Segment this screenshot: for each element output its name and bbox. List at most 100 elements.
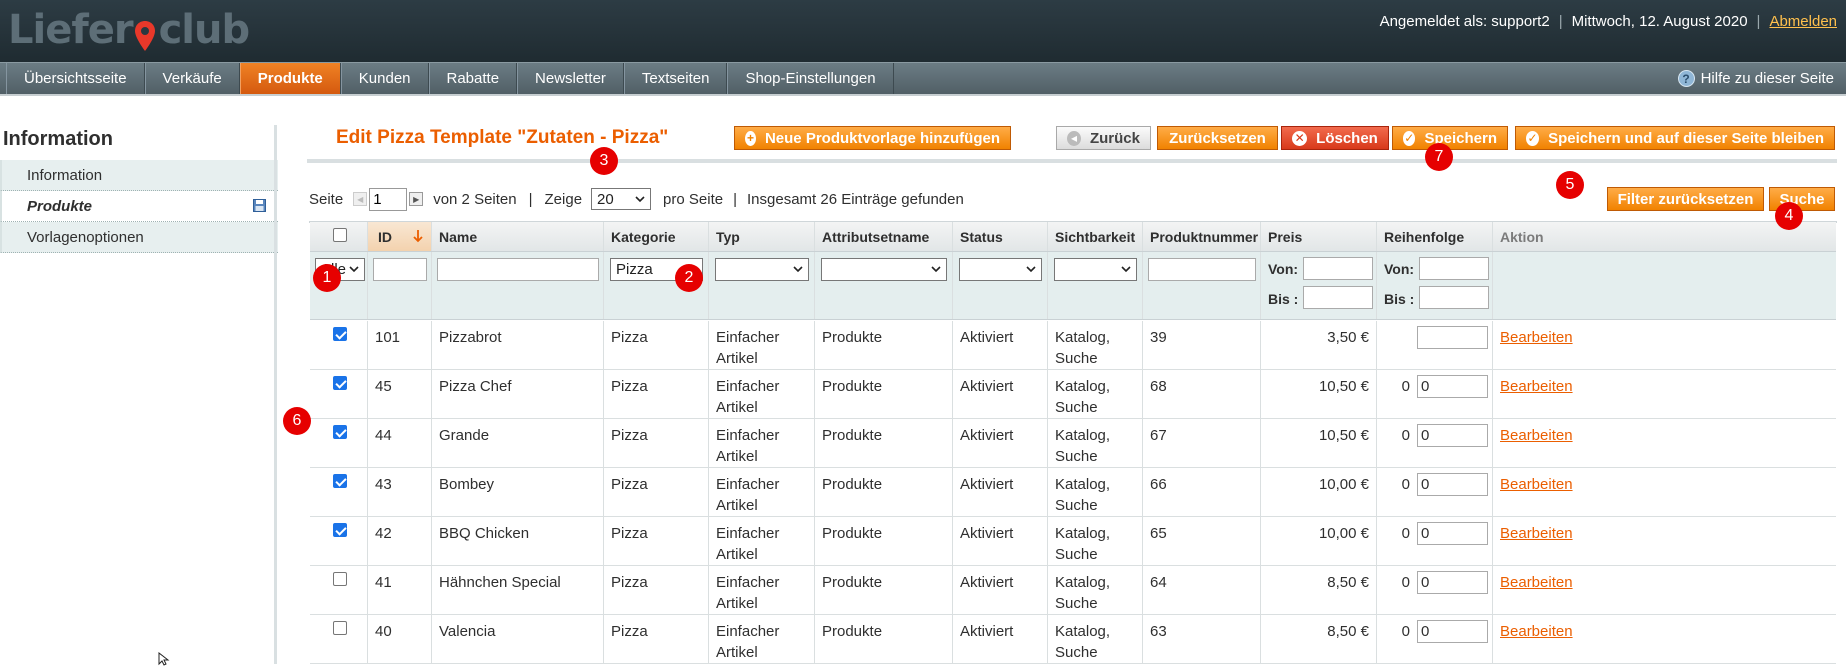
save-button[interactable]: ✓ Speichern xyxy=(1392,126,1508,150)
reset-button[interactable]: Zurücksetzen xyxy=(1157,126,1278,150)
table-row[interactable]: 44 Grande Pizza Einfacher Artikel Produkte Ak… xyxy=(310,419,1836,468)
next-page-icon[interactable]: ▶ xyxy=(409,192,424,206)
attribute-set-value: Produkte xyxy=(822,623,883,640)
order-input[interactable]: 0 xyxy=(1417,571,1488,594)
row-checkbox[interactable] xyxy=(333,376,347,390)
column-header-attribute-set[interactable]: Attributsetname xyxy=(815,222,953,251)
cell-select xyxy=(310,615,368,663)
cell-name: Pizzabrot xyxy=(432,321,604,369)
sidebar-item[interactable]: Produkte xyxy=(0,191,278,222)
column-header-visibility[interactable]: Sichtbarkeit xyxy=(1048,222,1143,251)
reset-filter-button[interactable]: Filter zurücksetzen xyxy=(1607,187,1764,211)
row-checkbox[interactable] xyxy=(333,572,347,586)
cell-sku: 65 xyxy=(1143,517,1261,565)
new-template-button[interactable]: + Neue Produktvorlage hinzufügen xyxy=(734,126,1011,150)
sidebar-item[interactable]: Vorlagenoptionen xyxy=(0,222,278,253)
table-row[interactable]: 42 BBQ Chicken Pizza Einfacher Artikel Produ… xyxy=(310,517,1836,566)
nav-tab[interactable]: Rabatte xyxy=(428,63,518,94)
column-header-price[interactable]: Preis xyxy=(1261,222,1377,251)
order-from-input[interactable] xyxy=(1419,257,1489,280)
table-row[interactable]: 43 Bombey Pizza Einfacher Artikel Produkte Ak… xyxy=(310,468,1836,517)
annotation-marker: 1 xyxy=(313,264,341,292)
cell-status: Aktiviert xyxy=(953,419,1048,467)
table-row[interactable]: 40 Valencia Pizza Einfacher Artikel Produkte… xyxy=(310,615,1836,664)
sku-filter-input[interactable] xyxy=(1148,258,1256,281)
column-header-label: Sichtbarkeit xyxy=(1055,229,1136,245)
select-all-checkbox[interactable] xyxy=(333,228,347,242)
row-checkbox[interactable] xyxy=(333,327,347,341)
per-page-select[interactable]: 20 xyxy=(591,188,652,210)
attribute-set-filter[interactable] xyxy=(821,258,947,281)
edit-link[interactable]: Bearbeiten xyxy=(1500,574,1573,591)
delete-button[interactable]: ✕ Löschen xyxy=(1281,126,1389,150)
nav-tab[interactable]: Newsletter xyxy=(517,63,624,94)
row-checkbox[interactable] xyxy=(333,621,347,635)
help-link[interactable]: ? Hilfe zu dieser Seite xyxy=(1677,63,1834,94)
order-to-input[interactable] xyxy=(1419,286,1489,309)
status-value: Aktiviert xyxy=(960,329,1014,346)
edit-link[interactable]: Bearbeiten xyxy=(1500,623,1573,640)
table-row[interactable]: 101 Pizzabrot Pizza Einfacher Artikel Produk… xyxy=(310,321,1836,370)
nav-tab[interactable]: Produkte xyxy=(239,63,341,94)
column-header-status[interactable]: Status xyxy=(953,222,1048,251)
cell-id: 40 xyxy=(368,615,432,663)
column-header-category[interactable]: Kategorie xyxy=(604,222,709,251)
nav-tab[interactable]: Shop-Einstellungen xyxy=(727,63,894,94)
row-checkbox[interactable] xyxy=(333,425,347,439)
edit-link[interactable]: Bearbeiten xyxy=(1500,525,1573,542)
edit-link[interactable]: Bearbeiten xyxy=(1500,476,1573,493)
id-filter-input[interactable] xyxy=(373,258,427,281)
sidebar-item[interactable]: Information xyxy=(0,160,278,191)
price-to-input[interactable] xyxy=(1303,286,1373,309)
cell-visibility: Katalog, Suche xyxy=(1048,321,1143,369)
column-header-type[interactable]: Typ xyxy=(709,222,815,251)
column-header-name[interactable]: Name xyxy=(432,222,604,251)
name-filter-input[interactable] xyxy=(437,258,599,281)
row-checkbox[interactable] xyxy=(333,474,347,488)
prev-page-icon[interactable]: ◀ xyxy=(353,192,368,206)
pager-separator: | xyxy=(528,190,533,208)
table-row[interactable]: 45 Pizza Chef Pizza Einfacher Artikel Produk… xyxy=(310,370,1836,419)
status-filter[interactable] xyxy=(959,258,1042,281)
order-input[interactable]: 0 xyxy=(1417,473,1488,496)
order-input[interactable]: 0 xyxy=(1417,375,1488,398)
column-header-select[interactable] xyxy=(310,222,368,251)
status-value: Aktiviert xyxy=(960,476,1014,493)
status-value: Aktiviert xyxy=(960,378,1014,395)
logo[interactable]: Liefer club xyxy=(8,2,250,58)
edit-link[interactable]: Bearbeiten xyxy=(1500,329,1573,346)
type-filter[interactable] xyxy=(715,258,809,281)
nav-tab[interactable]: Verkäufe xyxy=(144,63,240,94)
edit-link[interactable]: Bearbeiten xyxy=(1500,378,1573,395)
table-row[interactable]: 41 Hähnchen Special Pizza Einfacher Artikel… xyxy=(310,566,1836,615)
order-input[interactable]: 0 xyxy=(1417,424,1488,447)
order-input[interactable]: 0 xyxy=(1417,620,1488,643)
sidebar-items: Information Produkte Vorlagenoptionen xyxy=(0,160,278,253)
nav-tab[interactable]: Übersichtsseite xyxy=(6,63,145,94)
filter-cell-name xyxy=(432,252,604,319)
row-checkbox[interactable] xyxy=(333,523,347,537)
column-header-id[interactable]: ID xyxy=(368,222,432,251)
page-number-input[interactable] xyxy=(369,187,408,211)
column-header-action[interactable]: Aktion xyxy=(1493,222,1589,251)
price-from-input[interactable] xyxy=(1303,257,1373,280)
category-filter-value: Pizza xyxy=(616,261,653,278)
sidebar-title: Information xyxy=(3,128,113,150)
visibility-filter[interactable] xyxy=(1054,258,1137,281)
column-header-sku[interactable]: Produktnummer xyxy=(1143,222,1261,251)
sku-value: 66 xyxy=(1150,476,1167,493)
order-input[interactable]: 0 xyxy=(1417,522,1488,545)
save-continue-button[interactable]: ✓ Speichern und auf dieser Seite bleiben xyxy=(1515,126,1835,150)
nav-tab[interactable]: Kunden xyxy=(340,63,429,94)
cell-id: 45 xyxy=(368,370,432,418)
chevron-down-icon xyxy=(793,266,803,273)
sidebar-item-label: Vorlagenoptionen xyxy=(27,229,144,246)
cell-type: Einfacher Artikel xyxy=(709,468,815,516)
cell-category: Pizza xyxy=(604,370,709,418)
nav-tab[interactable]: Textseiten xyxy=(623,63,728,94)
order-input[interactable] xyxy=(1417,326,1488,349)
edit-link[interactable]: Bearbeiten xyxy=(1500,427,1573,444)
column-header-order[interactable]: Reihenfolge xyxy=(1377,222,1493,251)
back-button[interactable]: ◂ Zurück xyxy=(1056,126,1151,150)
logout-link[interactable]: Abmelden xyxy=(1769,13,1837,30)
